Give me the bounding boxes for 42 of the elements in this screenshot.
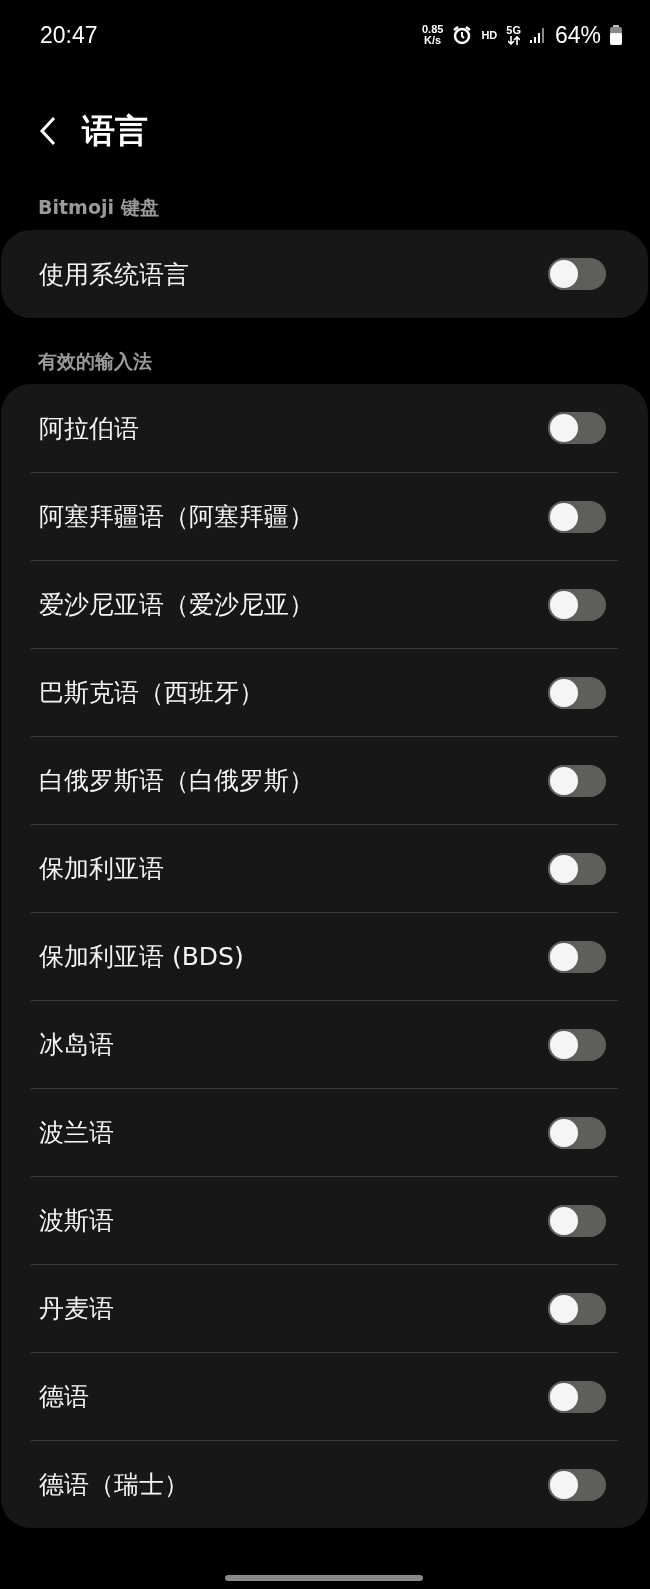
language-label: 使用系统语言 — [39, 258, 190, 291]
toggle-switch[interactable] — [548, 258, 606, 290]
alarm-icon — [452, 25, 473, 45]
network-speed-unit: K/s — [424, 35, 442, 46]
toggle-switch[interactable] — [548, 588, 606, 621]
language-label: 保加利亚语 (BDS) — [39, 941, 245, 973]
toggle-switch[interactable] — [548, 500, 606, 533]
clock-time: 20:47 — [40, 21, 98, 49]
language-label: 白俄罗斯语（白俄罗斯） — [39, 765, 315, 797]
section-header: 有效的输入法 — [37, 349, 153, 374]
network-type: 5G — [506, 25, 521, 36]
page-title: 语言 — [82, 109, 148, 152]
language-label: 保加利亚语 — [39, 853, 165, 885]
language-label: 爱沙尼亚语（爱沙尼亚） — [39, 589, 315, 621]
battery-icon — [610, 25, 622, 45]
language-label: 德语 — [39, 1381, 90, 1413]
language-label: 波兰语 — [39, 1117, 115, 1149]
toggle-switch[interactable] — [548, 1204, 606, 1237]
toggle-switch[interactable] — [548, 1380, 606, 1413]
back-button[interactable] — [38, 116, 58, 146]
toggle-switch[interactable] — [548, 1292, 606, 1325]
toggle-switch[interactable] — [548, 764, 606, 797]
toggle-switch[interactable] — [548, 676, 606, 709]
toggle-switch[interactable] — [548, 852, 606, 885]
language-label: 德语（瑞士） — [39, 1469, 190, 1501]
language-label: 冰岛语 — [39, 1029, 115, 1061]
language-label: 巴斯克语（西班牙） — [39, 677, 265, 709]
toggle-switch[interactable] — [548, 940, 606, 973]
language-label: 波斯语 — [39, 1205, 115, 1237]
hd-indicator: HD — [481, 29, 498, 41]
section-header: Bitmoji 键盘 — [37, 195, 160, 220]
network-speed: 0.85 — [421, 24, 444, 35]
language-label: 阿拉伯语 — [39, 412, 140, 445]
toggle-switch[interactable] — [548, 412, 606, 444]
language-label: 丹麦语 — [39, 1293, 115, 1325]
language-label: 阿塞拜疆语（阿塞拜疆） — [39, 501, 315, 533]
toggle-switch[interactable] — [548, 1468, 606, 1501]
signal-icon — [529, 27, 546, 43]
battery-percentage: 64% — [554, 21, 601, 49]
toggle-switch[interactable] — [548, 1116, 606, 1149]
toggle-switch[interactable] — [548, 1028, 606, 1061]
data-arrows-icon — [507, 36, 520, 45]
